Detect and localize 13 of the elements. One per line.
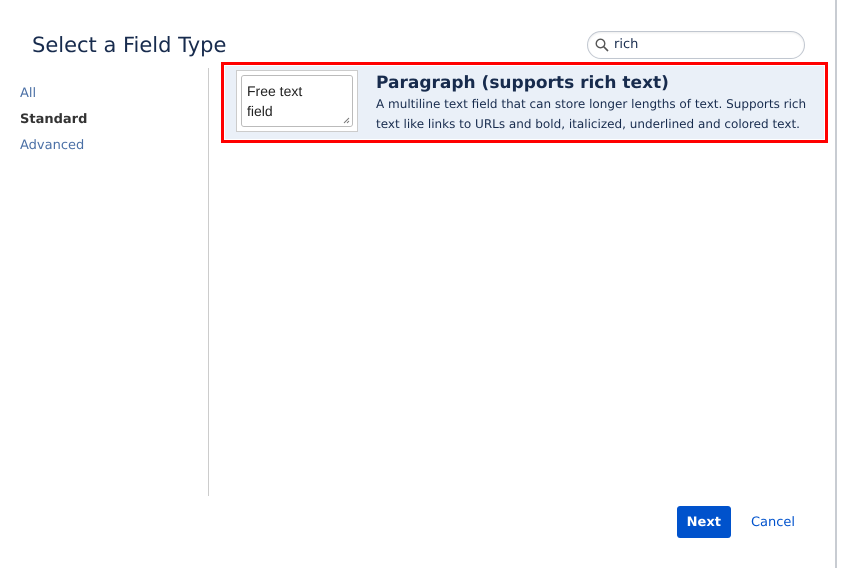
- sidebar-item[interactable]: Advanced: [0, 138, 208, 153]
- sidebar-item[interactable]: All: [0, 86, 208, 101]
- field-type-description: A multiline text field that can store longer lengths of text. Supports rich text like links to URLs and bold, italicized, underlined and colored text.: [376, 96, 808, 133]
- search-icon: [595, 38, 609, 52]
- sidebar-item[interactable]: Standard: [0, 112, 208, 127]
- field-type-name: Paragraph (supports rich text): [376, 73, 670, 93]
- preview-text-area: Free text field: [241, 75, 353, 127]
- field-type-card[interactable]: Free text field Paragraph (supports rich text) A multiline text field that can store longer lengths of text. Supports rich text like links to URLs and bold, italicized, underlined and colored text.: [221, 62, 828, 143]
- resize-grip-icon: [343, 117, 350, 124]
- dialog-title: Select a Field Type: [32, 32, 226, 56]
- next-button[interactable]: Next: [676, 506, 731, 538]
- search-field[interactable]: rich: [587, 30, 805, 58]
- cancel-link[interactable]: Cancel: [740, 506, 805, 538]
